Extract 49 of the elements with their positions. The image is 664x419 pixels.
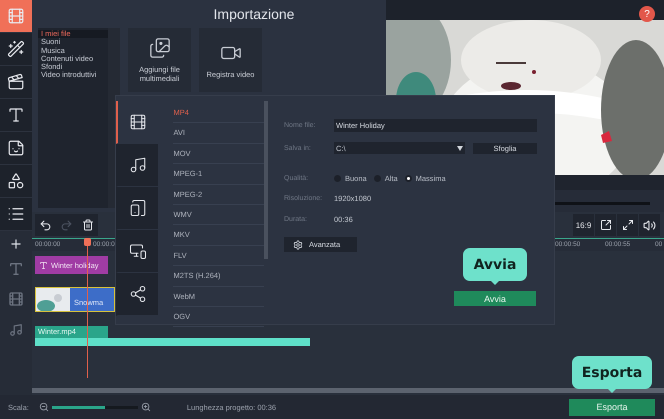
fullscreen-button[interactable] [617, 214, 638, 236]
share-icon [129, 285, 148, 303]
help-button[interactable]: ? [639, 6, 655, 22]
shapes-icon [7, 172, 25, 190]
volume-button[interactable] [639, 214, 660, 236]
text-icon [8, 260, 24, 276]
monitor-phone-icon [129, 242, 148, 260]
media-files-icon [148, 37, 170, 59]
panel-title: Importazione [212, 5, 296, 24]
fullscreen-icon [622, 219, 634, 231]
film-icon [129, 113, 148, 131]
sidebar-tool[interactable] [0, 0, 32, 33]
zoom-out-icon[interactable] [38, 402, 49, 412]
plus-icon [9, 237, 23, 251]
zoom-slider[interactable] [52, 406, 138, 408]
clip-thumbnail [36, 288, 70, 311]
tooltip-callout: Avvia [463, 248, 527, 281]
format-tab[interactable] [116, 187, 158, 230]
format-tab[interactable] [116, 230, 158, 273]
external-window-button[interactable] [595, 214, 616, 236]
music-icon [9, 323, 23, 337]
zoom-in-icon[interactable] [140, 402, 151, 412]
volume-icon [643, 218, 656, 232]
export-button[interactable]: Esporta [569, 398, 655, 416]
film-icon [7, 7, 25, 25]
undo-icon [39, 218, 52, 232]
undo-button[interactable] [35, 214, 56, 236]
film-frame-icon [7, 73, 25, 91]
horizontal-scrollbar[interactable] [32, 388, 664, 393]
text-icon [39, 260, 48, 270]
delete-button[interactable] [77, 214, 98, 236]
sticker-icon [7, 139, 25, 157]
redo-icon [60, 218, 73, 232]
dropdown-arrow-icon [457, 146, 463, 150]
format-tab[interactable] [116, 273, 158, 316]
music-icon [129, 156, 148, 174]
playhead-handle[interactable] [84, 238, 91, 246]
magic-wand-icon [7, 40, 25, 58]
aspect-ratio-button[interactable]: 16:9 [573, 214, 594, 236]
devices-icon [129, 199, 148, 217]
list-icon [7, 205, 25, 223]
text-icon [7, 106, 25, 124]
format-tab[interactable] [116, 144, 158, 187]
start-button[interactable]: Avvia [454, 291, 536, 306]
external-window-icon [600, 219, 612, 231]
film-icon [8, 290, 24, 306]
settings-icon [293, 240, 303, 250]
trash-icon [82, 219, 94, 231]
tooltip-callout: Esporta [572, 356, 652, 389]
